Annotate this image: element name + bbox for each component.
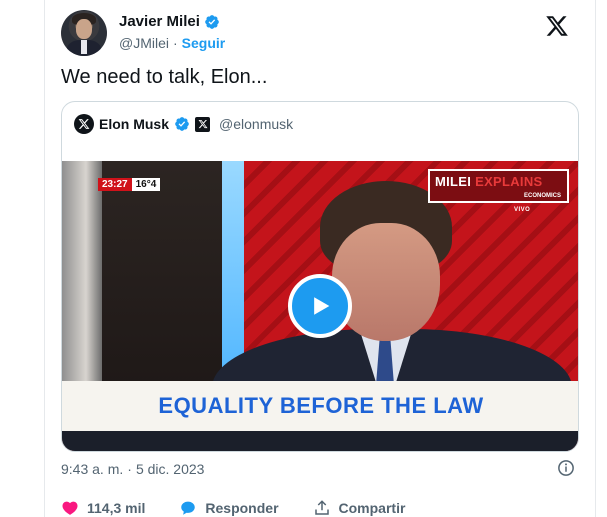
show-logo: MILEI EXPLAINS ECONOMICS — [428, 169, 569, 203]
share-button[interactable]: Compartir — [313, 499, 406, 517]
reply-button[interactable]: Responder — [179, 499, 279, 517]
author-name[interactable]: Javier Milei — [119, 13, 200, 30]
quoted-tweet-header: Elon Musk @elonmusk — [74, 114, 293, 134]
tweet-timestamp[interactable]: 9:43 a. m. · 5 dic. 2023 — [61, 461, 204, 477]
like-count: 114,3 mil — [87, 500, 146, 516]
show-logo-accent: EXPLAINS — [475, 174, 543, 189]
show-logo-main: MILEI — [435, 174, 472, 189]
video-player[interactable]: 23:27 16°4 MILEI EXPLAINS ECONOMICS VIVO… — [62, 161, 578, 451]
play-button[interactable] — [288, 274, 352, 338]
like-button[interactable]: 114,3 mil — [61, 499, 145, 517]
video-temperature: 16°4 — [131, 178, 161, 191]
video-clock: 23:27 — [98, 178, 132, 191]
video-caption-banner: EQUALITY BEFORE THE LAW — [62, 381, 578, 431]
info-icon[interactable] — [557, 459, 575, 477]
reply-bubble-icon — [181, 501, 196, 515]
quoted-tweet[interactable]: Elon Musk @elonmusk 23:27 16°4 MILEI EXP… — [61, 101, 579, 452]
share-icon — [314, 500, 329, 515]
dot-separator: · — [127, 461, 132, 477]
show-logo-sub: ECONOMICS — [523, 193, 561, 199]
live-label: VIVO — [514, 207, 531, 213]
dot-separator: · — [173, 35, 178, 51]
verified-badge-icon — [175, 117, 189, 131]
quoted-avatar[interactable] — [74, 114, 94, 134]
affiliate-x-badge-icon — [195, 116, 211, 132]
quoted-author-name[interactable]: Elon Musk — [99, 116, 169, 132]
quoted-author-handle[interactable]: @elonmusk — [219, 116, 293, 132]
tweet-header: Javier Milei @JMilei · Seguir — [61, 10, 581, 58]
tweet-text: We need to talk, Elon... — [61, 66, 268, 88]
tweet-actions: 114,3 mil Responder Compartir — [61, 497, 581, 517]
video-clock-overlay: 23:27 16°4 — [98, 178, 161, 191]
tweet-date: 5 dic. 2023 — [135, 461, 205, 477]
follow-button[interactable]: Seguir — [182, 35, 226, 51]
tweet-time: 9:43 a. m. — [61, 461, 124, 477]
video-caption: EQUALITY BEFORE THE LAW — [158, 393, 484, 418]
x-logo-icon[interactable] — [545, 14, 569, 38]
verified-badge-icon — [205, 14, 219, 29]
share-label: Compartir — [338, 500, 406, 516]
x-logo-icon — [78, 119, 90, 129]
reply-label: Responder — [205, 500, 279, 516]
embedded-tweet-card: Javier Milei @JMilei · Seguir We need to… — [44, 0, 596, 517]
heart-icon — [62, 501, 78, 515]
play-icon — [314, 297, 330, 315]
author-handle[interactable]: @JMilei — [119, 35, 169, 51]
author-avatar[interactable] — [61, 10, 107, 56]
